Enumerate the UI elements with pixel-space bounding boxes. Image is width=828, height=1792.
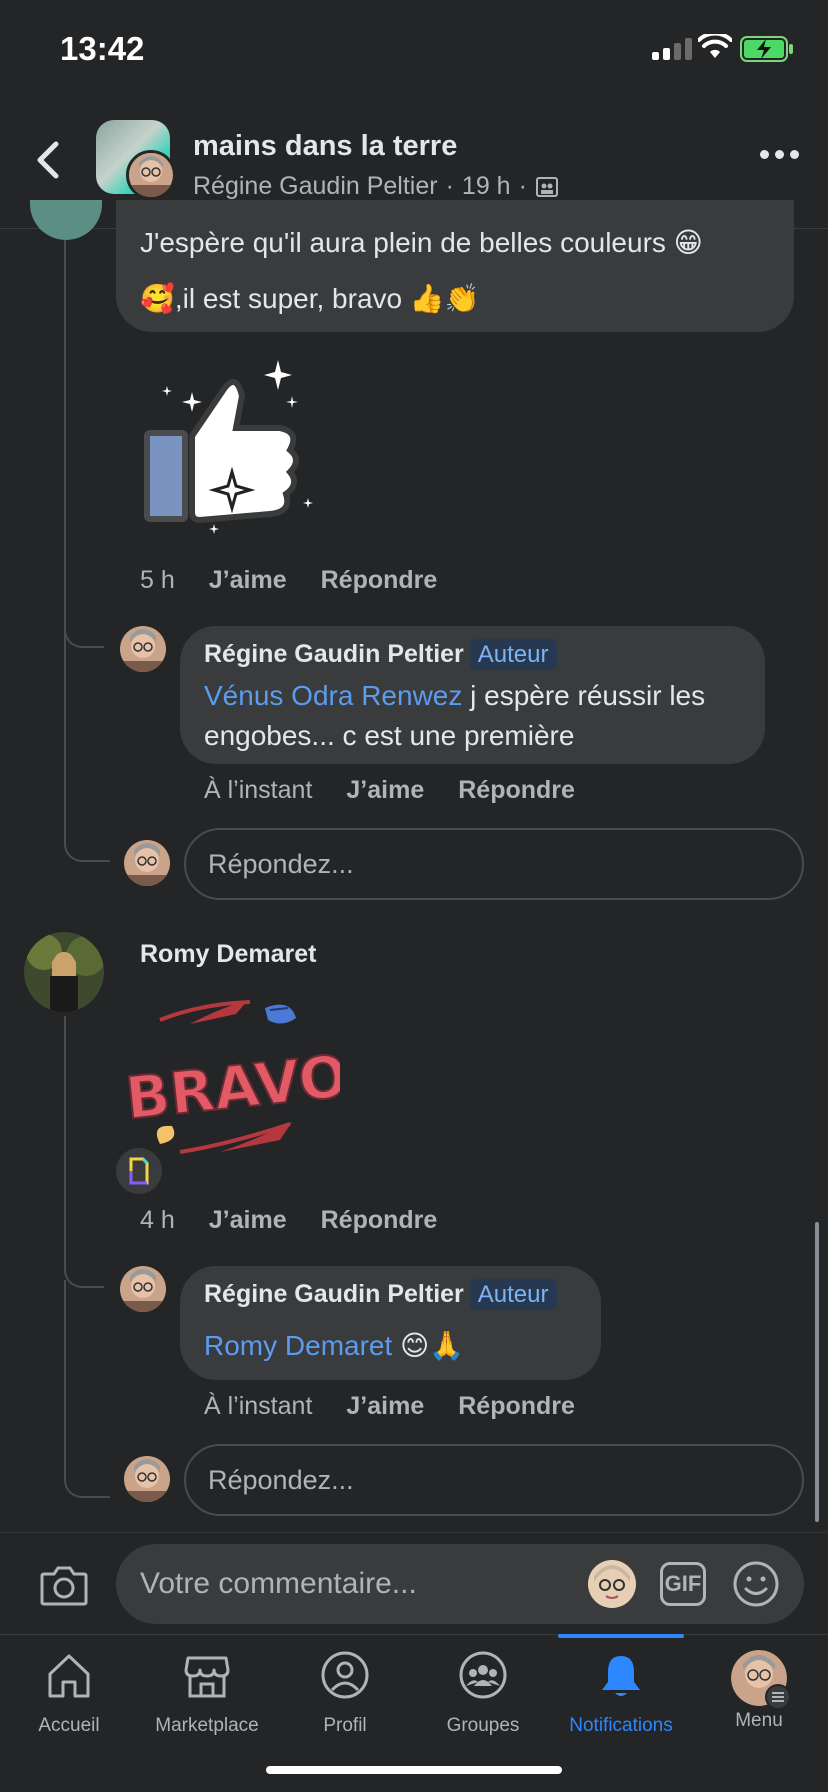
reply-time: À l’instant [204,776,313,804]
store-icon [184,1656,230,1698]
tab-profil[interactable]: Profil [276,1650,414,1737]
reply-button[interactable]: Répondre [321,566,438,595]
reply-author-name[interactable]: Régine Gaudin Peltier [204,1280,464,1308]
thread-line [64,640,66,840]
like-button[interactable]: J’aime [209,1206,287,1235]
thumbs-up-sticker[interactable] [140,352,320,542]
thread-line [64,1016,66,1256]
comment-meta: 4 h J’aime Répondre [140,1206,437,1235]
wifi-icon [698,34,732,58]
emoji-icon[interactable] [732,1560,780,1608]
thread-line [64,1280,66,1480]
home-indicator [266,1766,562,1774]
sticker-source-icon [116,1148,162,1194]
comment-text-line: 🥰,il est super, bravo 👍👏 [140,283,480,314]
reply-button[interactable]: Répondre [458,1392,575,1421]
comment-time: 5 h [140,566,175,594]
gif-button[interactable]: GIF [660,1562,706,1606]
bell-icon [602,1656,640,1696]
mention-link[interactable]: Vénus Odra Renwez [204,680,462,711]
back-arrow-icon[interactable] [30,138,70,182]
status-time: 13:42 [60,30,145,67]
tab-menu[interactable]: Menu [690,1650,828,1732]
group-title[interactable]: mains dans la terre [193,130,457,163]
post-subtitle: Régine Gaudin Peltier · 19 h · [193,172,559,201]
reply-text-line: engobes... c est une première [204,720,575,751]
groups-icon [459,1651,507,1699]
comment-text-line: J'espère qu'il aura plein de belles coul… [140,227,703,258]
comment-time: 4 h [140,1206,175,1234]
tab-marketplace[interactable]: Marketplace [138,1650,276,1737]
camera-icon[interactable] [40,1564,88,1606]
reply-author-avatar[interactable] [120,1266,166,1312]
battery-charging-icon [740,36,793,62]
tab-groupes[interactable]: Groupes [414,1650,552,1737]
home-icon [48,1654,90,1698]
group-avatar[interactable] [96,120,176,200]
commenter-avatar-partial[interactable] [30,200,102,240]
reply-text: Romy Demaret 😊🙏 [204,1330,465,1361]
reply-author-avatar[interactable] [120,626,166,672]
bravo-sticker[interactable]: BRAVO [120,994,340,1164]
reply-time: À l’instant [204,1392,313,1420]
author-badge: Auteur [469,639,557,670]
current-user-avatar [124,1456,170,1502]
profile-icon [321,1651,369,1699]
reply-meta: À l’instant J’aime Répondre [204,1392,575,1421]
active-tab-indicator [558,1634,684,1638]
reply-button[interactable]: Répondre [458,776,575,805]
post-author[interactable]: Régine Gaudin Peltier [193,172,438,201]
cellular-signal-icon [652,36,692,60]
menu-icon [765,1684,791,1710]
reply-input[interactable]: Répondez... [184,828,804,900]
author-avatar [126,150,176,200]
like-button[interactable]: J’aime [209,566,287,595]
thread-elbow [64,1240,104,1288]
scrollbar[interactable] [815,1222,819,1522]
tab-accueil[interactable]: Accueil [0,1650,138,1737]
reply-author-name[interactable]: Régine Gaudin Peltier [204,640,464,668]
menu-avatar [731,1650,791,1710]
reply-button[interactable]: Répondre [321,1206,438,1235]
like-button[interactable]: J’aime [346,1392,424,1421]
tab-notifications[interactable]: Notifications [552,1650,690,1737]
reply-meta: À l’instant J’aime Répondre [204,776,575,805]
commenter-avatar[interactable] [24,932,104,1012]
reply-text: Vénus Odra Renwez j espère réussir les [204,680,706,711]
group-privacy-icon [535,176,558,197]
reply-author-line: Régine Gaudin Peltier Auteur [204,639,557,670]
comment-meta: 5 h J’aime Répondre [140,566,437,595]
author-badge: Auteur [469,1279,557,1310]
reply-author-line: Régine Gaudin Peltier Auteur [204,1279,557,1310]
svg-text:BRAVO: BRAVO [122,1042,340,1133]
like-button[interactable]: J’aime [346,776,424,805]
thread-line [64,240,66,640]
reply-input[interactable]: Répondez... [184,1444,804,1516]
commenter-name[interactable]: Romy Demaret [140,940,316,969]
more-options-icon[interactable] [760,150,799,159]
thread-elbow [64,600,104,648]
mention-link[interactable]: Romy Demaret [204,1330,392,1361]
current-user-avatar [124,840,170,886]
post-time: 19 h [461,172,511,200]
thread-elbow [64,1456,110,1498]
thread-elbow [64,820,110,862]
avatar-sticker-button[interactable] [588,1560,636,1608]
